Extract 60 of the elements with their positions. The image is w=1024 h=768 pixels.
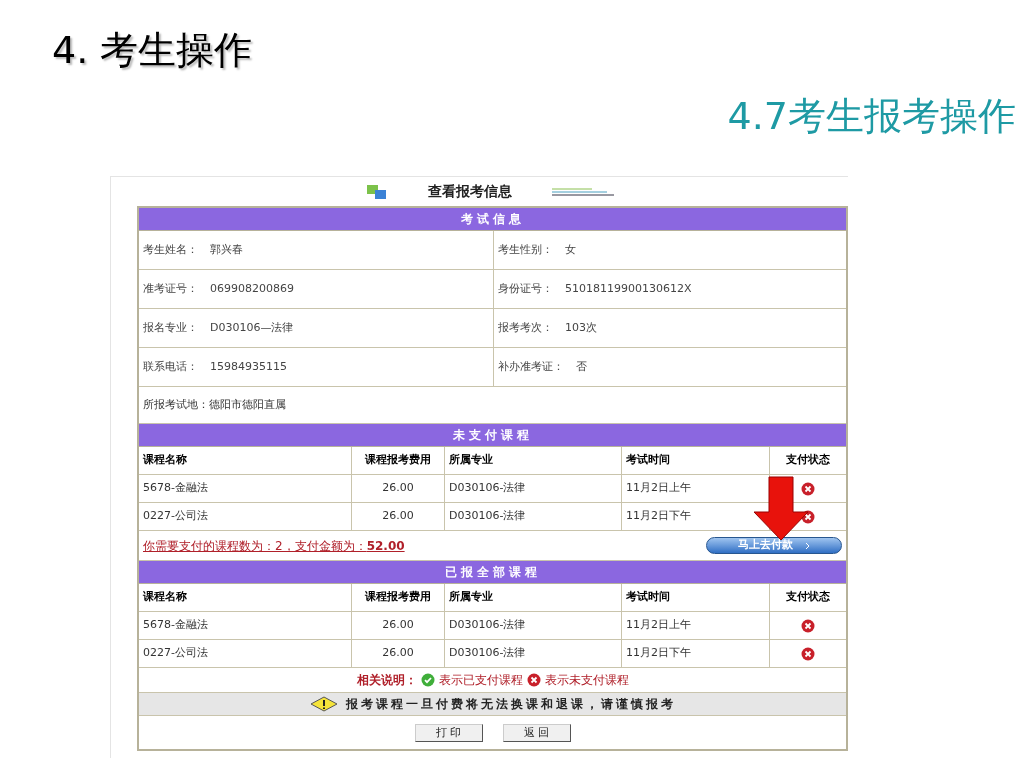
field-value: 郭兴春 xyxy=(210,241,243,258)
decorative-lines-icon xyxy=(551,186,614,197)
windows-icon xyxy=(365,183,388,200)
field-label: 准考证号： xyxy=(143,280,198,297)
table-cell: 11月2日上午 xyxy=(622,612,770,639)
field-label: 身份证号： xyxy=(498,280,553,297)
field-value: 51018119900130612X xyxy=(565,280,692,297)
table-cell: D030106-法律 xyxy=(445,503,622,530)
table-cell: 0227-公司法 xyxy=(139,640,352,667)
check-icon xyxy=(420,673,435,687)
field-value: D030106—法律 xyxy=(210,319,294,336)
table-cell: 11月2日下午 xyxy=(622,640,770,667)
slide-heading: 4. 考生操作 xyxy=(52,27,254,74)
field-label: 报考考次： xyxy=(498,319,553,336)
column-header: 课程报考费用 xyxy=(352,447,445,474)
payment-summary: 你需要支付的课程数为：2，支付金额为：52.00 xyxy=(143,537,405,555)
field-value: 否 xyxy=(576,358,587,375)
slide-subheading: 4.7考生报考操作 xyxy=(727,93,1016,140)
table-cell: 5678-金融法 xyxy=(139,612,352,639)
column-header: 课程名称 xyxy=(139,584,352,611)
table-cell: D030106-法律 xyxy=(445,640,622,667)
warning-icon xyxy=(309,696,338,712)
table-cell: D030106-法律 xyxy=(445,475,622,502)
table-cell: 26.00 xyxy=(352,612,445,639)
chevron-right-icon xyxy=(805,541,810,550)
action-button[interactable]: 返 回 xyxy=(502,723,571,742)
section-title-bar: 已报全部课程 xyxy=(139,561,846,584)
table-cell: 26.00 xyxy=(352,503,445,530)
warning-text: 报考课程一旦付费将无法换课和退课，请谨慎报考 xyxy=(345,696,676,713)
table-cell: 26.00 xyxy=(352,475,445,502)
legend-text: 表示未支付课程 xyxy=(544,672,629,689)
table-cell: 26.00 xyxy=(352,640,445,667)
column-header: 考试时间 xyxy=(622,447,770,474)
field-label: 联系电话： xyxy=(143,358,198,375)
field-label: 考生性别： xyxy=(498,241,553,258)
field-value: 女 xyxy=(565,241,576,258)
column-header: 课程报考费用 xyxy=(352,584,445,611)
legend-label: 相关说明： xyxy=(356,672,417,689)
field-label: 补办准考证： xyxy=(498,358,564,375)
table-cell: D030106-法律 xyxy=(445,612,622,639)
field-label: 考生姓名： xyxy=(143,241,198,258)
field-value: 103次 xyxy=(565,319,597,336)
field-value: 069908200869 xyxy=(210,280,294,297)
legend-text: 表示已支付课程 xyxy=(438,672,523,689)
table-cell: 0227-公司法 xyxy=(139,503,352,530)
column-header: 支付状态 xyxy=(785,589,831,606)
section-title-bar: 未支付课程 xyxy=(139,424,846,447)
column-header: 所属专业 xyxy=(445,584,622,611)
column-header: 所属专业 xyxy=(445,447,622,474)
column-header: 考试时间 xyxy=(622,584,770,611)
page-title: 查看报考信息 xyxy=(427,182,512,201)
section-title-bar: 考试信息 xyxy=(139,208,846,231)
exam-location: 所报考试地：德阳市德阳直属 xyxy=(143,396,286,413)
column-header: 课程名称 xyxy=(139,447,352,474)
field-value: 15984935115 xyxy=(210,358,287,375)
action-button[interactable]: 打 印 xyxy=(414,723,483,742)
field-label: 报名专业： xyxy=(143,319,198,336)
cross-icon xyxy=(526,673,541,687)
column-header: 支付状态 xyxy=(785,452,831,469)
table-cell: 5678-金融法 xyxy=(139,475,352,502)
